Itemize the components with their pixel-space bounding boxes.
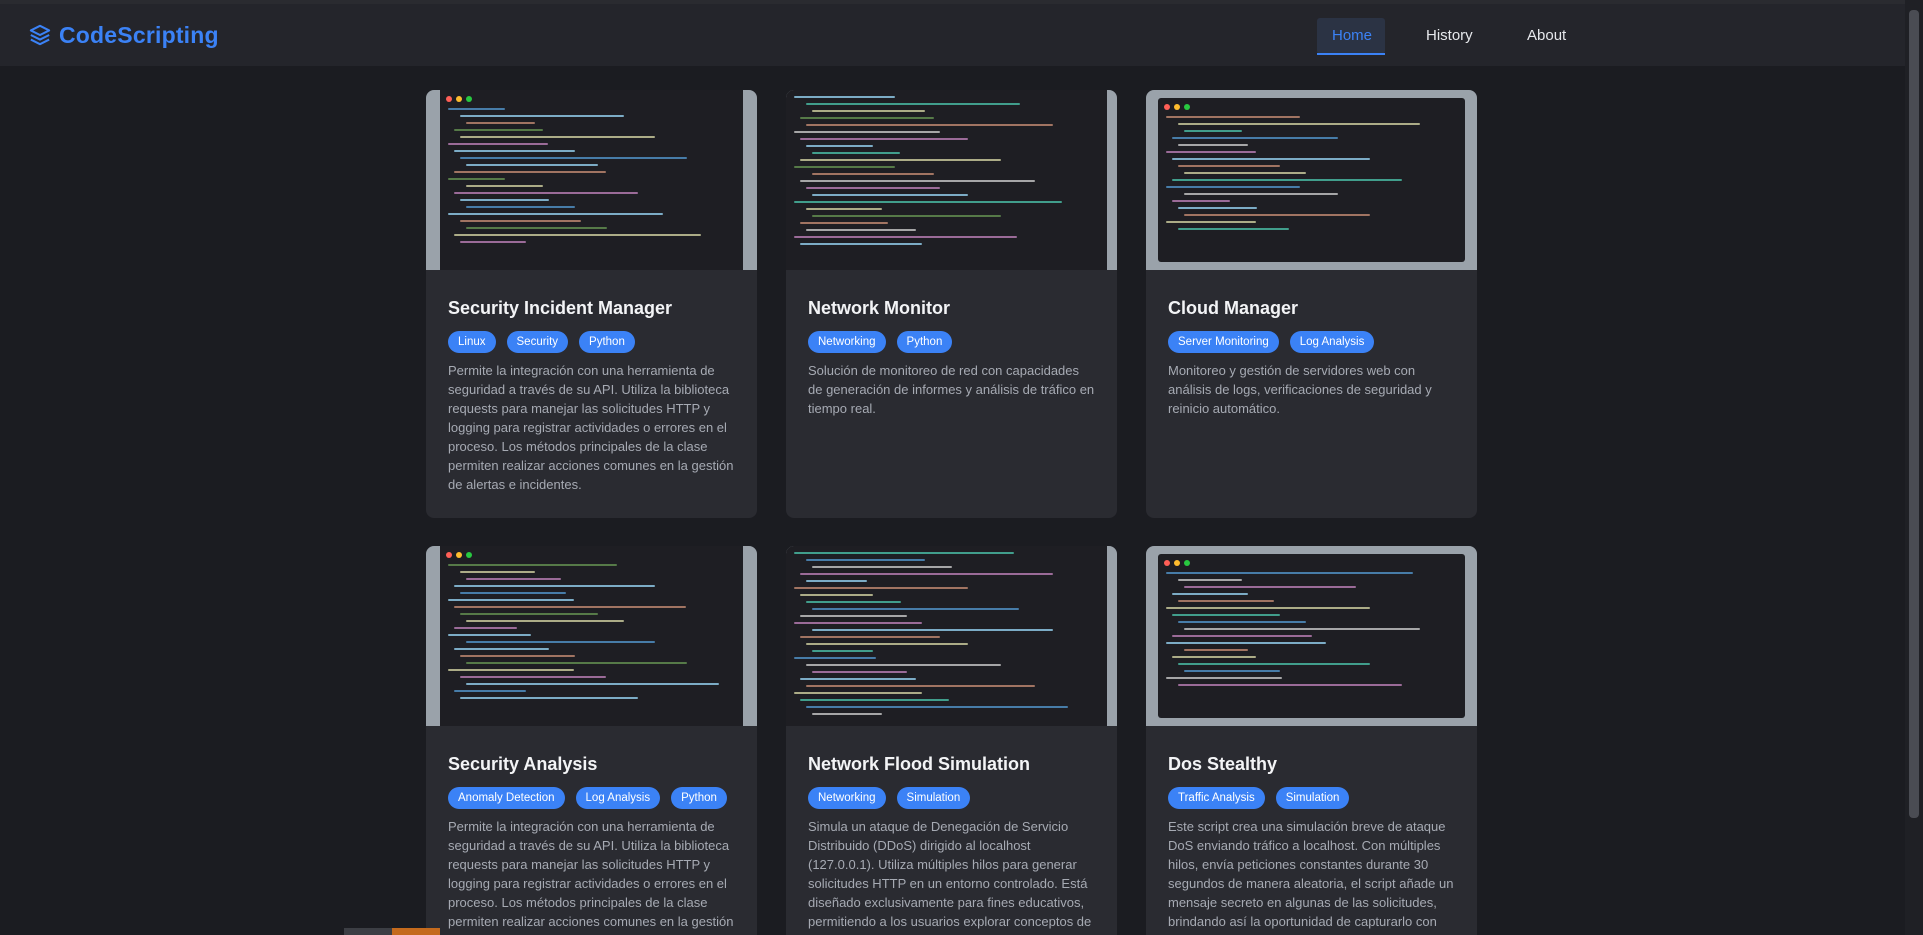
tag-badge[interactable]: Simulation	[1275, 787, 1350, 809]
project-title[interactable]: Security Incident Manager	[448, 298, 735, 319]
page-scrollbar[interactable]	[1905, 0, 1923, 935]
nav-history-link[interactable]: History	[1411, 18, 1488, 54]
nav-home-link[interactable]: Home	[1317, 18, 1385, 55]
project-description: Solución de monitoreo de red con capacid…	[808, 363, 1095, 416]
code-preview-image	[1146, 546, 1477, 726]
taskbar-item[interactable]	[344, 928, 392, 935]
tag-badge[interactable]: Anomaly Detection	[448, 787, 565, 809]
code-preview-image	[786, 90, 1117, 270]
project-description: Monitoreo y gestión de servidores web co…	[1168, 363, 1432, 416]
tag-badge[interactable]: Log Analysis	[575, 787, 661, 809]
scrollbar-thumb[interactable]	[1909, 10, 1919, 818]
project-description: Simula un ataque de Denegación de Servic…	[808, 819, 1092, 929]
tag-list: Networking Simulation	[808, 787, 1095, 809]
project-card[interactable]: Network Flood Simulation Networking Simu…	[786, 546, 1117, 935]
tag-badge[interactable]: Python	[896, 331, 953, 353]
code-preview-image	[426, 546, 757, 726]
tag-badge[interactable]: Security	[506, 331, 569, 353]
project-title[interactable]: Network Flood Simulation	[808, 754, 1095, 775]
tag-list: Networking Python	[808, 331, 1095, 353]
tag-list: Linux Security Python	[448, 331, 735, 353]
brand-name: CodeScripting	[59, 21, 219, 48]
tag-list: Traffic Analysis Simulation	[1168, 787, 1455, 809]
project-title[interactable]: Network Monitor	[808, 298, 1095, 319]
tag-badge[interactable]: Server Monitoring	[1168, 331, 1279, 353]
tag-badge[interactable]: Simulation	[896, 787, 971, 809]
code-preview-image	[786, 546, 1117, 726]
project-description: Este script crea una simulación breve de…	[1168, 819, 1454, 929]
nav-about-link[interactable]: About	[1512, 18, 1581, 54]
taskbar-item-active[interactable]	[392, 928, 440, 935]
tag-badge[interactable]: Python	[579, 331, 635, 353]
brand-logo[interactable]: CodeScripting	[29, 22, 219, 49]
top-navbar: CodeScripting Home History About	[0, 4, 1905, 66]
tag-badge[interactable]: Networking	[808, 787, 886, 809]
project-title[interactable]: Cloud Manager	[1168, 298, 1455, 319]
project-description: Permite la integración con una herramien…	[448, 363, 734, 492]
code-preview-image	[426, 90, 757, 270]
project-card[interactable]: Dos Stealthy Traffic Analysis Simulation…	[1146, 546, 1477, 935]
project-card[interactable]: Network Monitor Networking Python Soluci…	[786, 90, 1117, 518]
tag-badge[interactable]: Traffic Analysis	[1168, 787, 1265, 809]
tag-list: Anomaly Detection Log Analysis Python	[448, 787, 735, 809]
layers-icon	[29, 24, 51, 46]
tag-list: Server Monitoring Log Analysis	[1168, 331, 1455, 353]
project-title[interactable]: Security Analysis	[448, 754, 735, 775]
code-preview-image	[1146, 90, 1477, 270]
project-card[interactable]: Cloud Manager Server Monitoring Log Anal…	[1146, 90, 1477, 518]
project-title[interactable]: Dos Stealthy	[1168, 754, 1455, 775]
tag-badge[interactable]: Log Analysis	[1289, 331, 1375, 353]
project-card[interactable]: Security Incident Manager Linux Security…	[426, 90, 757, 518]
project-description: Permite la integración con una herramien…	[448, 819, 734, 929]
tag-badge[interactable]: Linux	[448, 331, 496, 353]
tag-badge[interactable]: Python	[671, 787, 727, 809]
tag-badge[interactable]: Networking	[808, 331, 886, 353]
project-card[interactable]: Security Analysis Anomaly Detection Log …	[426, 546, 757, 935]
